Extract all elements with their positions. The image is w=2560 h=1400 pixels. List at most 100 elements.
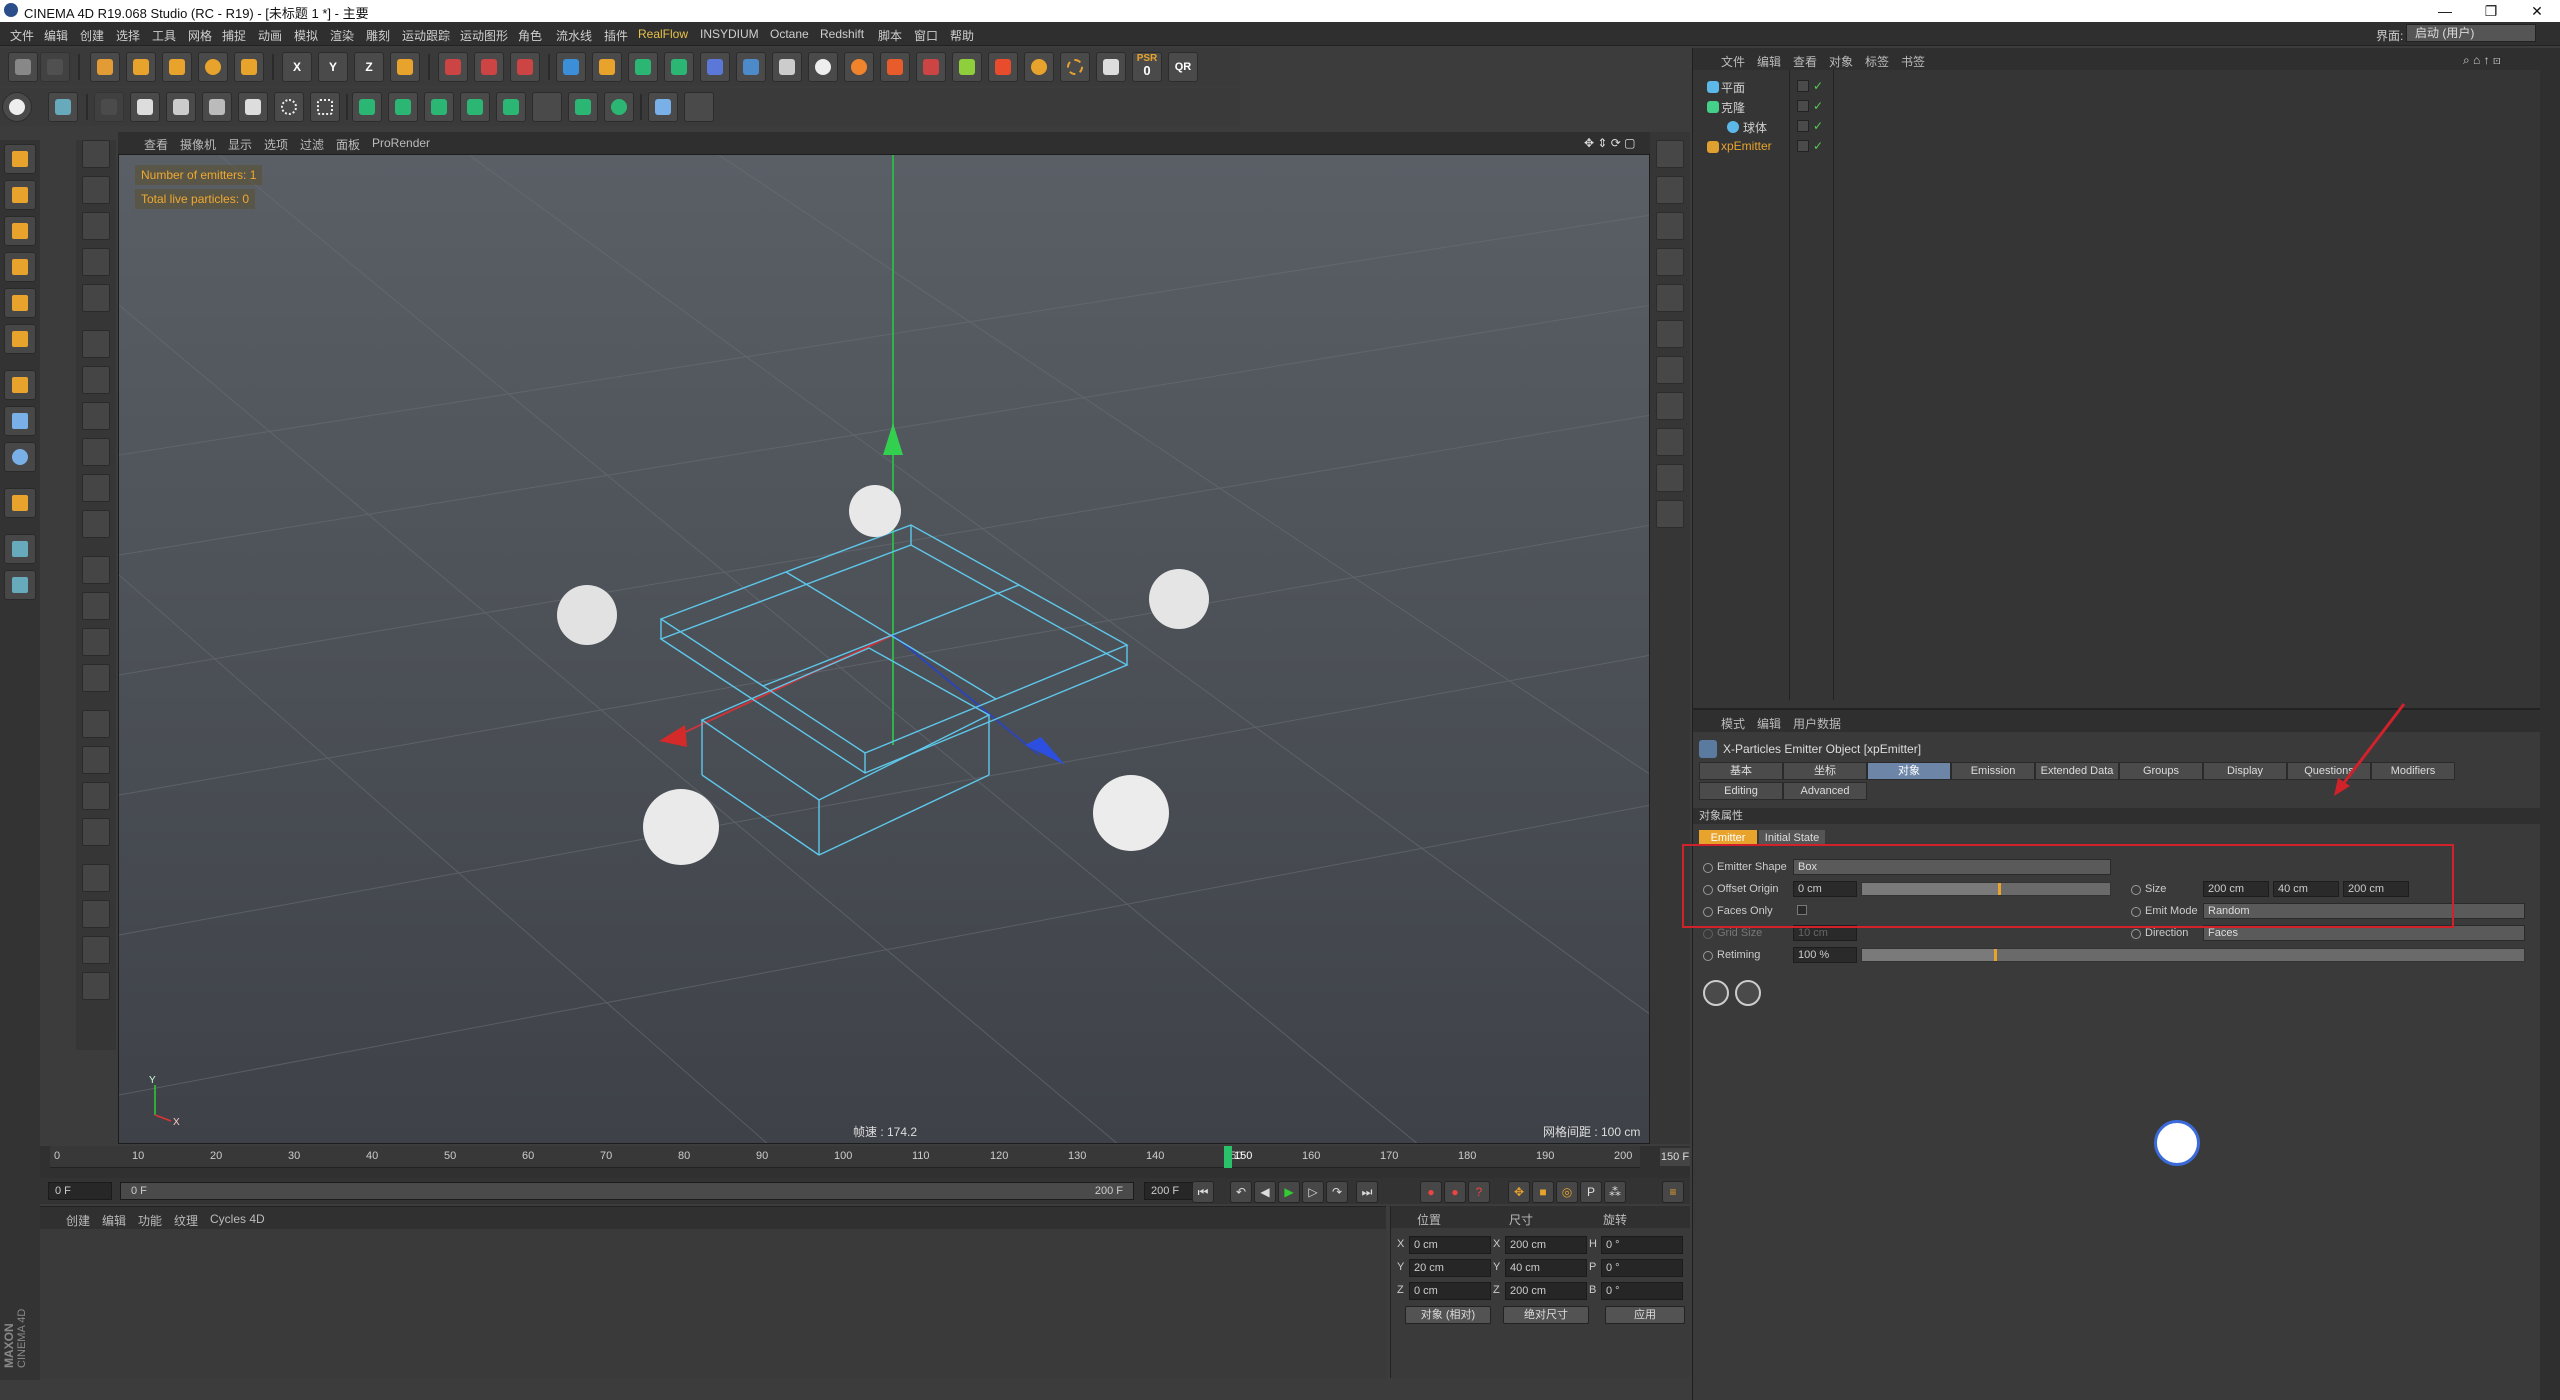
timeline-menu-button[interactable]: ≡: [1662, 1181, 1684, 1203]
apply-button[interactable]: 应用: [1605, 1306, 1685, 1324]
size-mode-select[interactable]: 绝对尺寸: [1503, 1306, 1589, 1324]
palette-tool-2[interactable]: [82, 366, 110, 394]
palette-tool-3[interactable]: [82, 402, 110, 430]
play-button[interactable]: ▶: [1278, 1181, 1300, 1203]
rot-p-field[interactable]: 0 °: [1601, 1259, 1683, 1277]
sketch-toon-button[interactable]: [648, 92, 678, 122]
start-frame-field[interactable]: 0 F: [48, 1182, 112, 1200]
edges-mode-button[interactable]: [4, 288, 36, 318]
key-param-button[interactable]: P: [1580, 1181, 1602, 1203]
tab-display[interactable]: Display: [2203, 762, 2287, 780]
next-key-button[interactable]: ↷: [1326, 1181, 1348, 1203]
cube-button[interactable]: [556, 52, 586, 82]
frame-range-slider[interactable]: 0 F 200 F: [120, 1182, 1134, 1200]
undo-button[interactable]: [8, 52, 38, 82]
goto-end-button[interactable]: ⏭: [1356, 1181, 1378, 1203]
recent-tool-button[interactable]: [234, 52, 264, 82]
render-view-button[interactable]: [438, 52, 468, 82]
timeline-current-frame[interactable]: 150 F: [1660, 1148, 1690, 1166]
plane-visibility-toggle[interactable]: [1797, 80, 1809, 92]
tab-advanced[interactable]: Advanced: [1783, 782, 1867, 800]
cloner-visibility-toggle[interactable]: [1797, 100, 1809, 112]
xp-refresh-button[interactable]: [1735, 980, 1761, 1006]
menu-octane[interactable]: Octane: [770, 27, 809, 41]
menu-pipeline[interactable]: 流水线: [556, 27, 592, 44]
mat-menu-cycles4d[interactable]: Cycles 4D: [210, 1212, 265, 1226]
layout-btn-8[interactable]: [1656, 392, 1684, 420]
xpemitter-enabled-check[interactable]: ✓: [1813, 139, 1823, 153]
obj-menu-objects[interactable]: 对象: [1829, 53, 1853, 70]
mograph-cloner-button[interactable]: [352, 92, 382, 122]
menu-edit[interactable]: 编辑: [44, 27, 68, 44]
mograph-spline-wrap-button[interactable]: [604, 92, 634, 122]
rotate-tool-button[interactable]: [198, 52, 228, 82]
mat-menu-function[interactable]: 功能: [138, 1212, 162, 1229]
prev-frame-button[interactable]: ◀: [1254, 1181, 1276, 1203]
spline-pen-button[interactable]: [202, 92, 232, 122]
layout-btn-11[interactable]: [1656, 500, 1684, 528]
palette-tool-6[interactable]: [82, 510, 110, 538]
palette-tool-14[interactable]: [82, 818, 110, 846]
brush-button[interactable]: [130, 92, 160, 122]
palette-tool-15[interactable]: [82, 864, 110, 892]
camera-button[interactable]: [772, 52, 802, 82]
object-row-plane[interactable]: 平面 ✓: [1693, 76, 2540, 96]
workplane-button[interactable]: [48, 92, 78, 122]
palette-tool-13[interactable]: [82, 782, 110, 810]
tab-extended-data[interactable]: Extended Data: [2035, 762, 2119, 780]
cinema4d-menu-button[interactable]: [2, 92, 32, 122]
attr-menu-edit[interactable]: 编辑: [1757, 715, 1781, 732]
rot-b-field[interactable]: 0 °: [1601, 1282, 1683, 1300]
z-axis-button[interactable]: Z: [354, 52, 384, 82]
x-axis-handle[interactable]: [659, 725, 687, 747]
vp-menu-options[interactable]: 选项: [264, 136, 288, 153]
bend-button[interactable]: [700, 52, 730, 82]
mat-menu-edit[interactable]: 编辑: [102, 1212, 126, 1229]
goto-start-button[interactable]: ⏮: [1192, 1181, 1214, 1203]
subdivision-button[interactable]: [628, 52, 658, 82]
mat-menu-texture[interactable]: 纹理: [174, 1212, 198, 1229]
pos-x-field[interactable]: 0 cm: [1409, 1236, 1491, 1254]
points-mode-button[interactable]: [4, 252, 36, 282]
vp-menu-cameras[interactable]: 摄像机: [180, 136, 216, 153]
sphere-enabled-check[interactable]: ✓: [1813, 119, 1823, 133]
menu-mesh[interactable]: 网格: [188, 27, 212, 44]
octane-button[interactable]: [1024, 52, 1054, 82]
palette-help-button[interactable]: [82, 140, 110, 168]
prev-key-button[interactable]: ↶: [1230, 1181, 1252, 1203]
menu-script[interactable]: 脚本: [878, 27, 902, 44]
size-y-field[interactable]: 40 cm: [1505, 1259, 1587, 1277]
coordinate-system-button[interactable]: [390, 52, 420, 82]
menu-select[interactable]: 选择: [116, 27, 140, 44]
picture-viewer-button[interactable]: [1096, 52, 1126, 82]
record-button[interactable]: ●: [1420, 1181, 1442, 1203]
layout-btn-10[interactable]: [1656, 464, 1684, 492]
retiming-anim-dot[interactable]: [1703, 951, 1713, 961]
menu-window[interactable]: 窗口: [914, 27, 938, 44]
palette-tool-8[interactable]: [82, 592, 110, 620]
timeline-playhead[interactable]: [1224, 1146, 1232, 1168]
path-button[interactable]: [238, 92, 268, 122]
retiming-field[interactable]: 100 %: [1793, 947, 1857, 963]
layout-btn-7[interactable]: [1656, 356, 1684, 384]
menu-insydium[interactable]: INSYDIUM: [700, 27, 759, 41]
palette-rect-select-button[interactable]: [82, 212, 110, 240]
timeline-ruler[interactable]: 0 10 20 30 40 50 60 70 80 90 100 110 120 130 140 150 160…: [50, 1146, 1640, 1168]
magnet-button[interactable]: [4, 488, 36, 518]
object-row-sphere[interactable]: 球体 ✓: [1693, 116, 2540, 136]
next-frame-button[interactable]: ▷: [1302, 1181, 1324, 1203]
vp-menu-prorender[interactable]: ProRender: [372, 136, 430, 150]
palette-select-button[interactable]: [82, 176, 110, 204]
polygons-mode-button[interactable]: [4, 324, 36, 354]
circle-select-button[interactable]: [274, 92, 304, 122]
menu-realflow[interactable]: RealFlow: [638, 27, 688, 41]
vp-menu-panel[interactable]: 面板: [336, 136, 360, 153]
palette-tool-4[interactable]: [82, 438, 110, 466]
obj-menu-tags[interactable]: 标签: [1865, 53, 1889, 70]
tab-object[interactable]: 对象: [1867, 762, 1951, 780]
layout-btn-3[interactable]: [1656, 212, 1684, 240]
axis-mode-button[interactable]: [4, 370, 36, 400]
keyframe-selection-button[interactable]: ?: [1468, 1181, 1490, 1203]
sphere-left[interactable]: [557, 585, 617, 645]
key-position-button[interactable]: ✥: [1508, 1181, 1530, 1203]
